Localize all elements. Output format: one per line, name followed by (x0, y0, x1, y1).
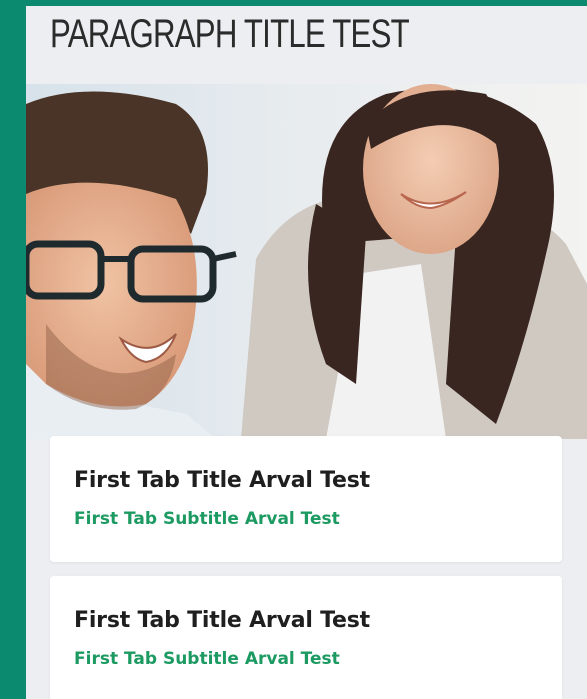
page-title: PARAGRAPH TITLE TEST (50, 12, 410, 56)
card-title: First Tab Title Arval Test (74, 608, 370, 633)
tab-card-2[interactable]: First Tab Title Arval Test First Tab Sub… (50, 576, 562, 699)
people-photo-icon (26, 84, 587, 439)
card-subtitle: First Tab Subtitle Arval Test (74, 649, 340, 669)
card-subtitle: First Tab Subtitle Arval Test (74, 509, 340, 529)
tab-card-1[interactable]: First Tab Title Arval Test First Tab Sub… (50, 436, 562, 562)
hero-image (26, 84, 587, 439)
card-title: First Tab Title Arval Test (74, 468, 370, 493)
page-container: PARAGRAPH TITLE TEST First Tab Title Arv… (26, 6, 587, 699)
